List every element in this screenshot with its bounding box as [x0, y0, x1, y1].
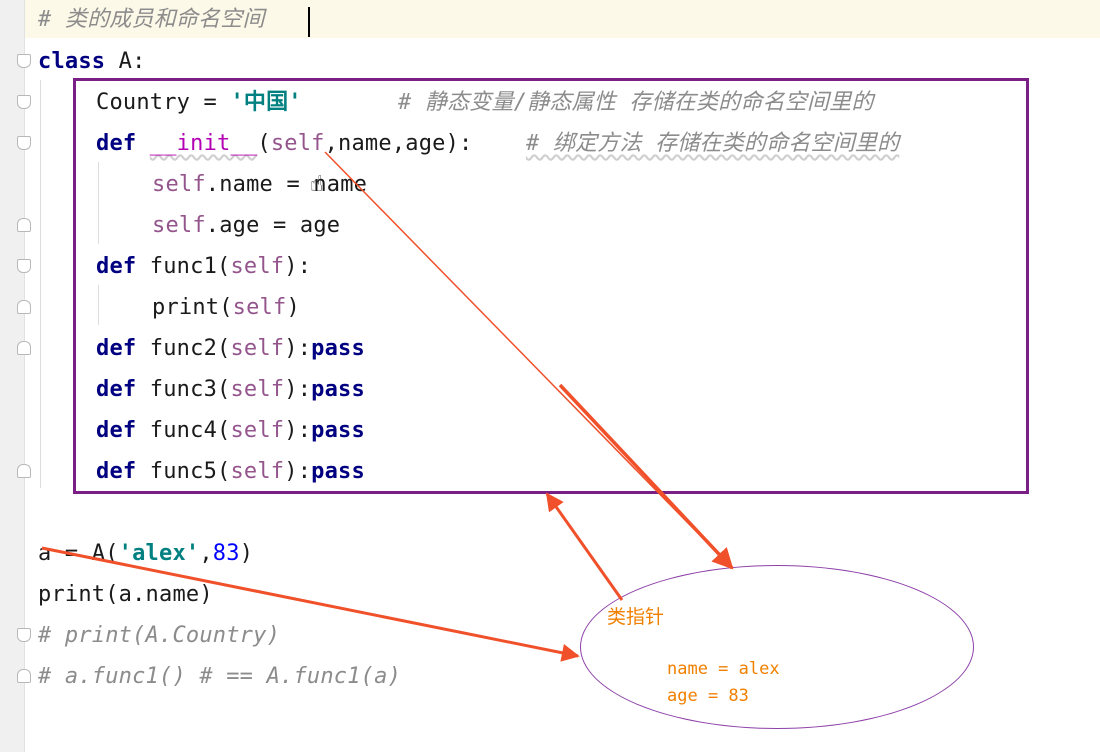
- arrow-to-object: [558, 383, 734, 570]
- object-attr-age: age = 83: [667, 686, 749, 706]
- class-pointer-label: 类指针: [607, 606, 665, 628]
- arrow-instance-to-object: [41, 546, 580, 662]
- annotation-arrows: [41, 151, 734, 662]
- class-pointer-arrow: [545, 492, 624, 601]
- object-attr-name: name = alex: [667, 659, 780, 679]
